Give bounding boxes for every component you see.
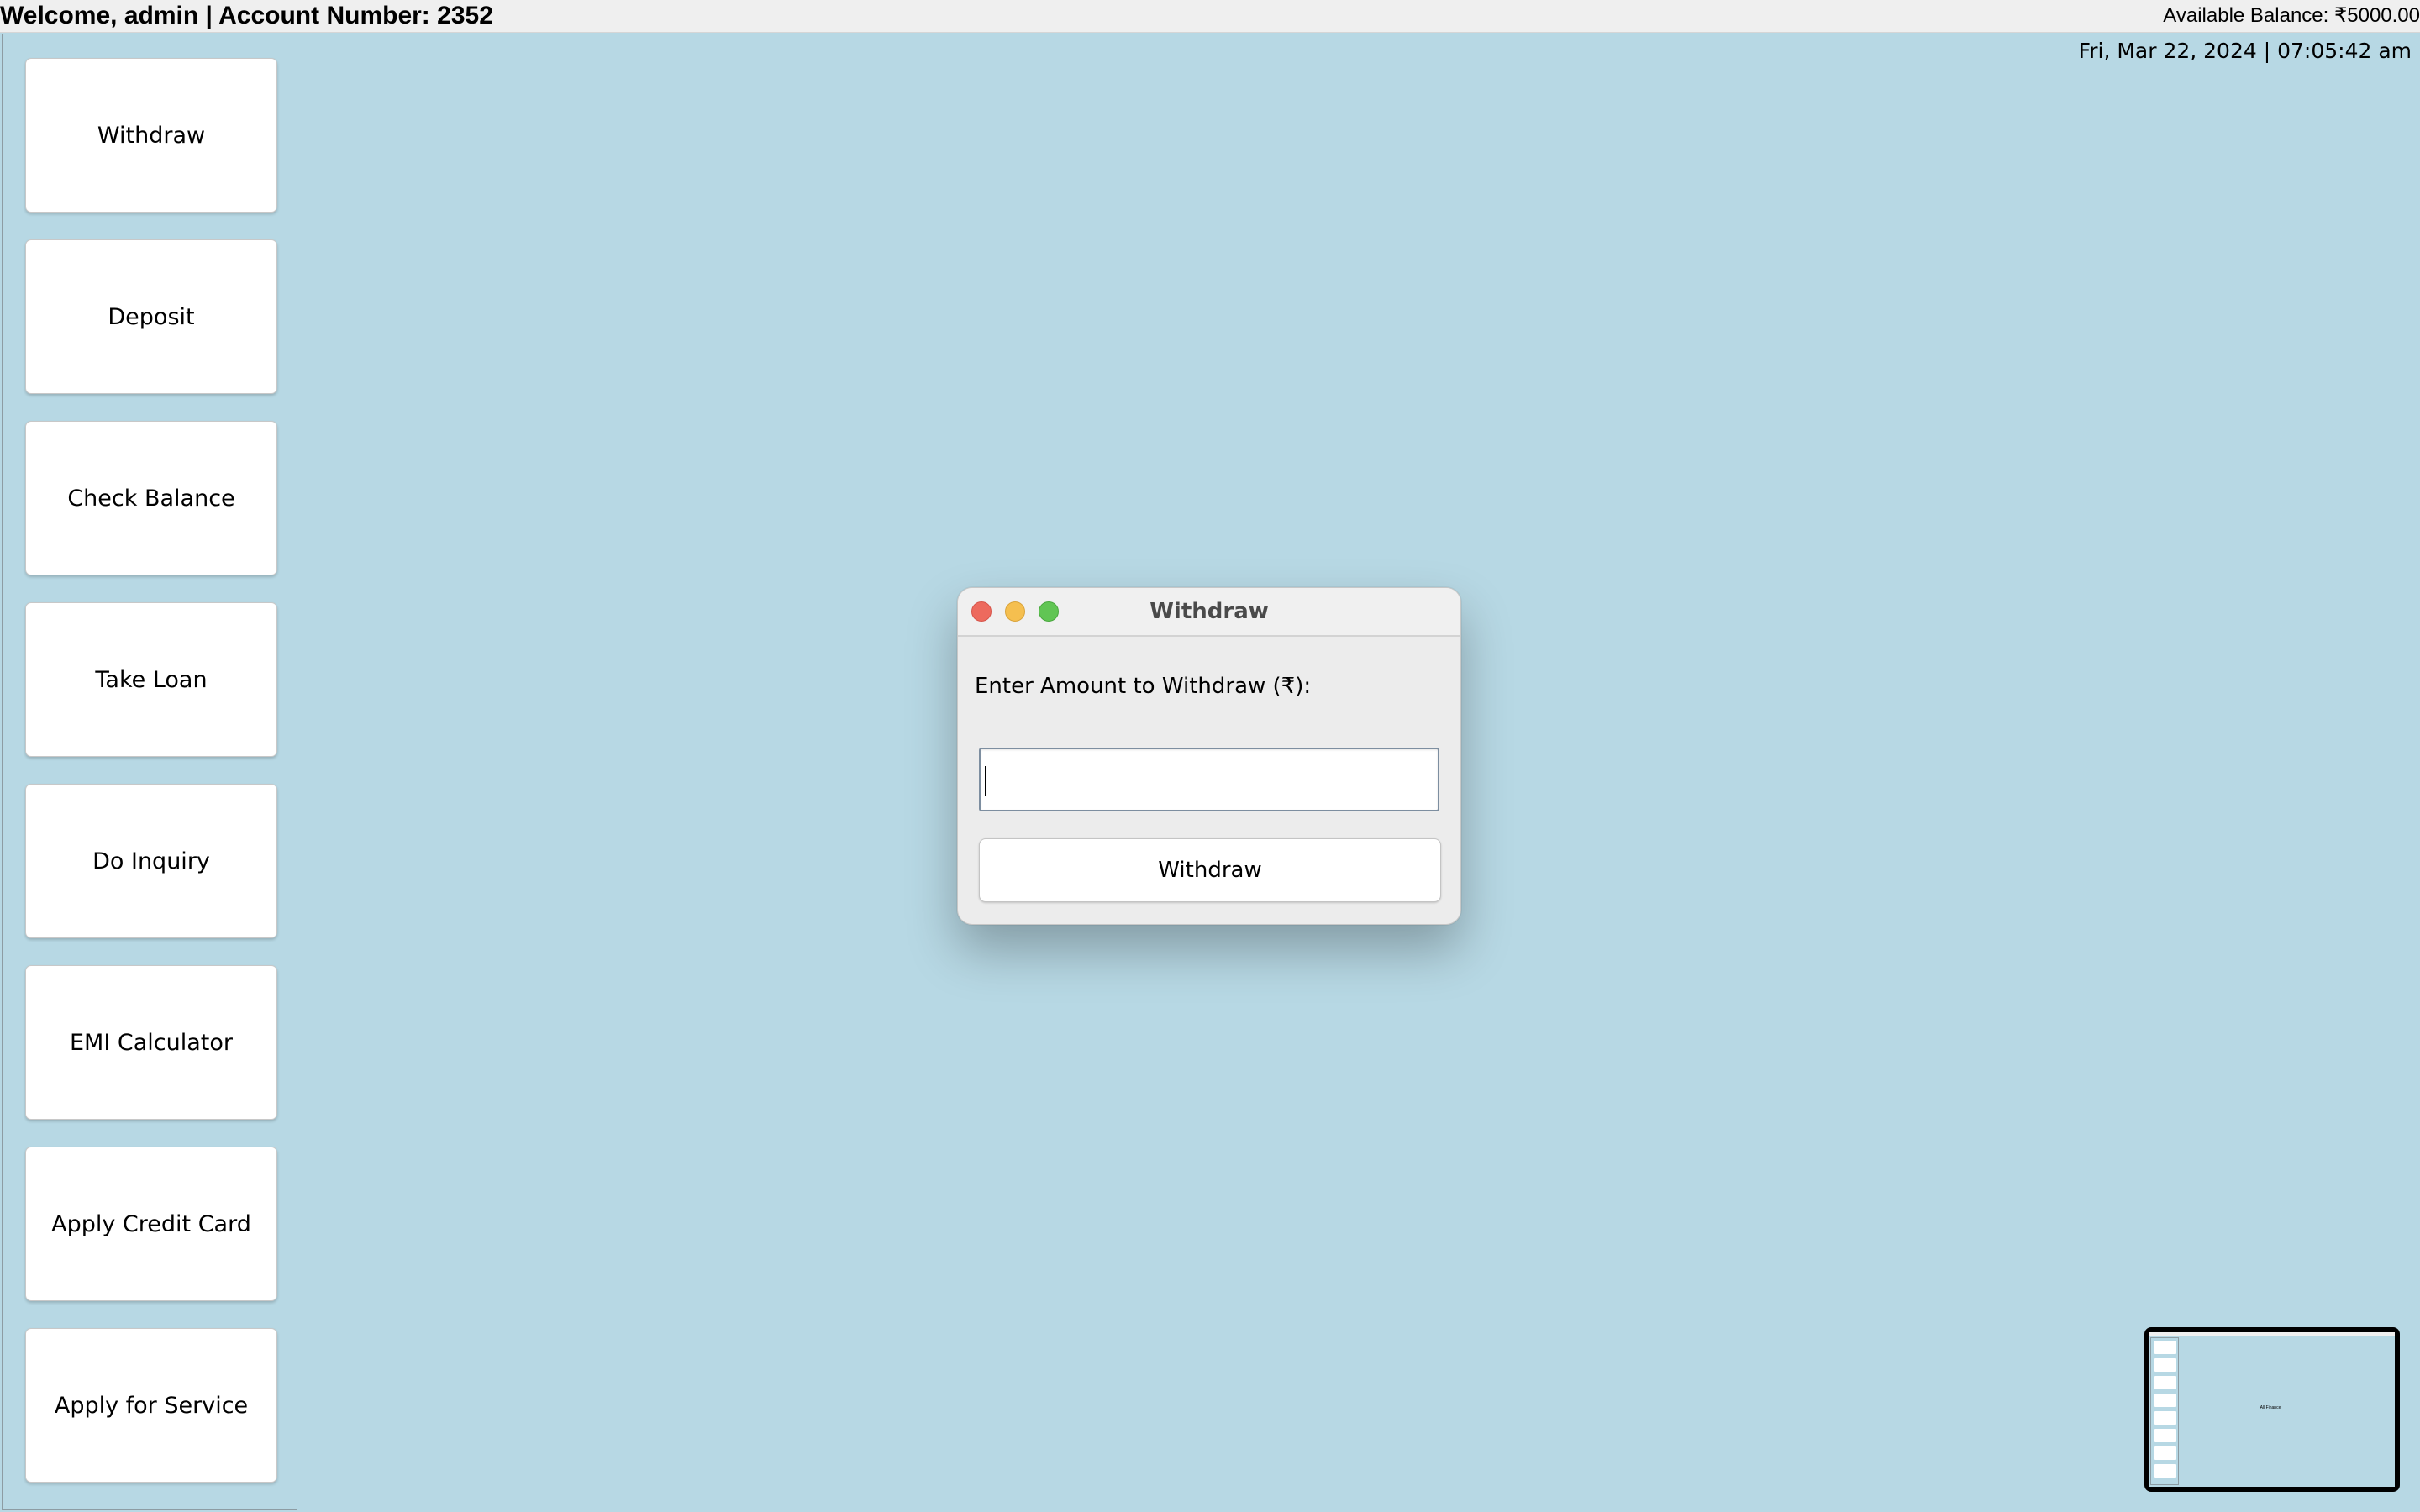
text-caret bbox=[985, 766, 986, 796]
dialog-titlebar[interactable]: Withdraw bbox=[958, 588, 1460, 637]
thumbnail-button bbox=[2154, 1429, 2176, 1442]
sidebar-item-deposit[interactable]: Deposit bbox=[25, 239, 277, 394]
thumbnail-header bbox=[2149, 1332, 2395, 1336]
thumbnail-button bbox=[2154, 1376, 2176, 1389]
withdraw-dialog: Withdraw Enter Amount to Withdraw (₹): W… bbox=[957, 587, 1461, 925]
top-header: Welcome, admin | Account Number: 2352 Av… bbox=[0, 0, 2420, 33]
thumbnail-button bbox=[2154, 1464, 2176, 1478]
thumbnail-caption: All Finance bbox=[2260, 1405, 2281, 1410]
sidebar-item-check-balance[interactable]: Check Balance bbox=[25, 421, 277, 575]
amount-input[interactable] bbox=[979, 748, 1439, 811]
sidebar-item-take-loan[interactable]: Take Loan bbox=[25, 602, 277, 757]
sidebar-item-withdraw[interactable]: Withdraw bbox=[25, 58, 277, 213]
welcome-text: Welcome, admin | Account Number: 2352 bbox=[0, 2, 493, 29]
sidebar-item-apply-for-service[interactable]: Apply for Service bbox=[25, 1328, 277, 1483]
dialog-title: Withdraw bbox=[1150, 599, 1269, 624]
thumbnail-button bbox=[2154, 1341, 2176, 1354]
sidebar-item-apply-credit-card[interactable]: Apply Credit Card bbox=[25, 1147, 277, 1301]
thumbnail-button bbox=[2154, 1394, 2176, 1407]
available-balance: Available Balance: ₹5000.00 bbox=[2163, 4, 2420, 27]
thumbnail-button bbox=[2154, 1411, 2176, 1425]
screenshot-thumbnail[interactable]: All Finance bbox=[2144, 1327, 2400, 1492]
sidebar: Withdraw Deposit Check Balance Take Loan… bbox=[2, 34, 297, 1510]
thumbnail-button bbox=[2154, 1358, 2176, 1372]
sidebar-item-emi-calculator[interactable]: EMI Calculator bbox=[25, 965, 277, 1120]
thumbnail-screen: All Finance bbox=[2149, 1332, 2395, 1487]
sidebar-item-do-inquiry[interactable]: Do Inquiry bbox=[25, 784, 277, 938]
amount-prompt-label: Enter Amount to Withdraw (₹): bbox=[975, 674, 1312, 699]
thumbnail-sidebar bbox=[2150, 1337, 2179, 1485]
date-time-display: Fri, Mar 22, 2024 | 07:05:42 am bbox=[2078, 39, 2412, 63]
withdraw-submit-button[interactable]: Withdraw bbox=[979, 838, 1441, 902]
thumbnail-button bbox=[2154, 1446, 2176, 1460]
